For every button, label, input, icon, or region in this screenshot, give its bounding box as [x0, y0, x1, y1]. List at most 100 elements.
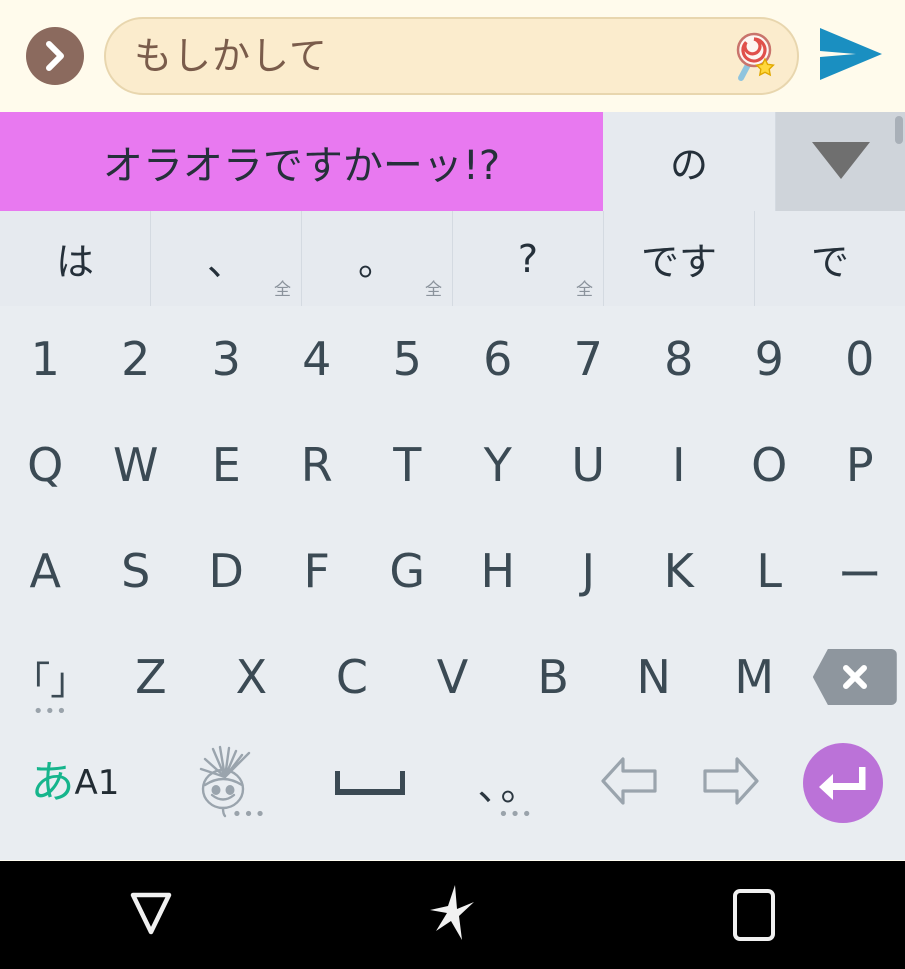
candidate-label: です — [640, 240, 717, 284]
more-options-dots: ••• — [231, 804, 267, 825]
candidate-label: 。 — [357, 240, 396, 284]
key-x[interactable]: X — [201, 624, 302, 730]
key-c[interactable]: C — [302, 624, 403, 730]
keyboard-row-numbers: 1 2 3 4 5 6 7 8 9 0 — [0, 306, 905, 412]
keyboard-row-a: A S D F G H J K L ー — [0, 518, 905, 624]
recents-square-icon — [733, 889, 776, 941]
key-0[interactable]: 0 — [815, 306, 905, 412]
candidate-expand-button[interactable] — [776, 112, 905, 211]
key-w[interactable]: W — [91, 412, 182, 518]
key-label: 2 — [121, 332, 151, 386]
candidate-label: 、 — [206, 240, 245, 284]
key-label: H — [480, 544, 516, 598]
key-label: N — [636, 650, 671, 704]
key-2[interactable]: 2 — [91, 306, 182, 412]
candidate-item[interactable]: ? 全 — [453, 211, 604, 306]
key-label: D — [208, 544, 244, 598]
key-j[interactable]: J — [543, 518, 634, 624]
key-label: S — [121, 544, 151, 598]
key-label: B — [537, 650, 569, 704]
key-3[interactable]: 3 — [181, 306, 272, 412]
key-b[interactable]: B — [503, 624, 604, 730]
key-brackets[interactable]: 「」 ••• — [0, 624, 101, 730]
keyboard-row-z: 「」 ••• Z X C V B N M — [0, 624, 905, 730]
key-1[interactable]: 1 — [0, 306, 91, 412]
key-l[interactable]: L — [724, 518, 815, 624]
key-f[interactable]: F — [272, 518, 363, 624]
key-r[interactable]: R — [272, 412, 363, 518]
more-options-dots: ••• — [32, 701, 68, 722]
nav-home-button[interactable] — [302, 883, 604, 947]
key-input-mode-toggle[interactable]: あ A1 — [0, 730, 150, 836]
key-s[interactable]: S — [91, 518, 182, 624]
key-label: Q — [27, 438, 64, 492]
key-label: V — [436, 650, 469, 704]
key-long-vowel[interactable]: ー — [815, 518, 905, 624]
candidate-item[interactable]: 、 全 — [151, 211, 302, 306]
key-z[interactable]: Z — [101, 624, 202, 730]
key-space[interactable] — [300, 730, 440, 836]
key-label: G — [389, 544, 426, 598]
candidate-item[interactable]: の — [603, 112, 776, 211]
candidate-item[interactable]: です — [604, 211, 755, 306]
kana-mode-label: あ — [30, 757, 75, 808]
key-7[interactable]: 7 — [543, 306, 634, 412]
expand-toolbar-button[interactable] — [26, 27, 84, 85]
key-enter[interactable] — [780, 730, 905, 836]
key-t[interactable]: T — [362, 412, 453, 518]
nav-back-button[interactable] — [0, 887, 302, 943]
space-bar-icon — [335, 771, 405, 795]
message-input-field[interactable]: もしかして — [104, 17, 799, 95]
candidate-row-secondary: は 、 全 。 全 ? 全 です で — [0, 211, 905, 307]
candidate-item[interactable]: で — [755, 211, 905, 306]
key-label: L — [756, 544, 783, 598]
key-q[interactable]: Q — [0, 412, 91, 518]
candidate-item[interactable]: 。 全 — [302, 211, 453, 306]
key-k[interactable]: K — [634, 518, 725, 624]
candidate-item[interactable]: は — [0, 211, 151, 306]
key-punctuation[interactable]: 、。 ••• — [440, 730, 580, 836]
key-label: R — [300, 438, 333, 492]
key-p[interactable]: P — [815, 412, 905, 518]
android-navigation-bar — [0, 861, 905, 969]
key-6[interactable]: 6 — [453, 306, 544, 412]
key-cursor-right[interactable] — [680, 730, 780, 836]
key-a[interactable]: A — [0, 518, 91, 624]
candidate-label: の — [669, 143, 708, 187]
key-e[interactable]: E — [181, 412, 272, 518]
key-label: I — [671, 438, 686, 492]
key-h[interactable]: H — [453, 518, 544, 624]
key-5[interactable]: 5 — [362, 306, 453, 412]
key-emoji[interactable]: ••• — [150, 730, 300, 836]
key-cursor-left[interactable] — [580, 730, 680, 836]
send-arrow-icon — [816, 22, 888, 90]
key-4[interactable]: 4 — [272, 306, 363, 412]
key-g[interactable]: G — [362, 518, 453, 624]
key-label: 5 — [392, 332, 422, 386]
key-y[interactable]: Y — [453, 412, 544, 518]
key-label: O — [751, 438, 788, 492]
key-8[interactable]: 8 — [634, 306, 725, 412]
key-d[interactable]: D — [181, 518, 272, 624]
key-label: K — [663, 544, 694, 598]
nav-recents-button[interactable] — [603, 889, 905, 941]
key-n[interactable]: N — [603, 624, 704, 730]
key-u[interactable]: U — [543, 412, 634, 518]
key-m[interactable]: M — [704, 624, 805, 730]
lollipop-icon[interactable] — [725, 28, 775, 84]
chevron-down-icon — [808, 137, 874, 187]
candidate-label: ? — [517, 236, 539, 281]
key-v[interactable]: V — [402, 624, 503, 730]
key-o[interactable]: O — [724, 412, 815, 518]
fullwidth-marker: 全 — [274, 280, 291, 300]
candidate-scrollbar[interactable] — [895, 116, 903, 144]
key-i[interactable]: I — [634, 412, 725, 518]
key-9[interactable]: 9 — [724, 306, 815, 412]
key-label: 0 — [845, 332, 875, 386]
candidate-row-primary: オラオラですかーッ!? の — [0, 112, 905, 211]
candidate-selected[interactable]: オラオラですかーッ!? — [0, 112, 603, 211]
send-button[interactable] — [813, 21, 891, 91]
key-label: A — [29, 544, 61, 598]
key-backspace[interactable] — [805, 624, 905, 730]
key-label: 1 — [30, 332, 60, 386]
